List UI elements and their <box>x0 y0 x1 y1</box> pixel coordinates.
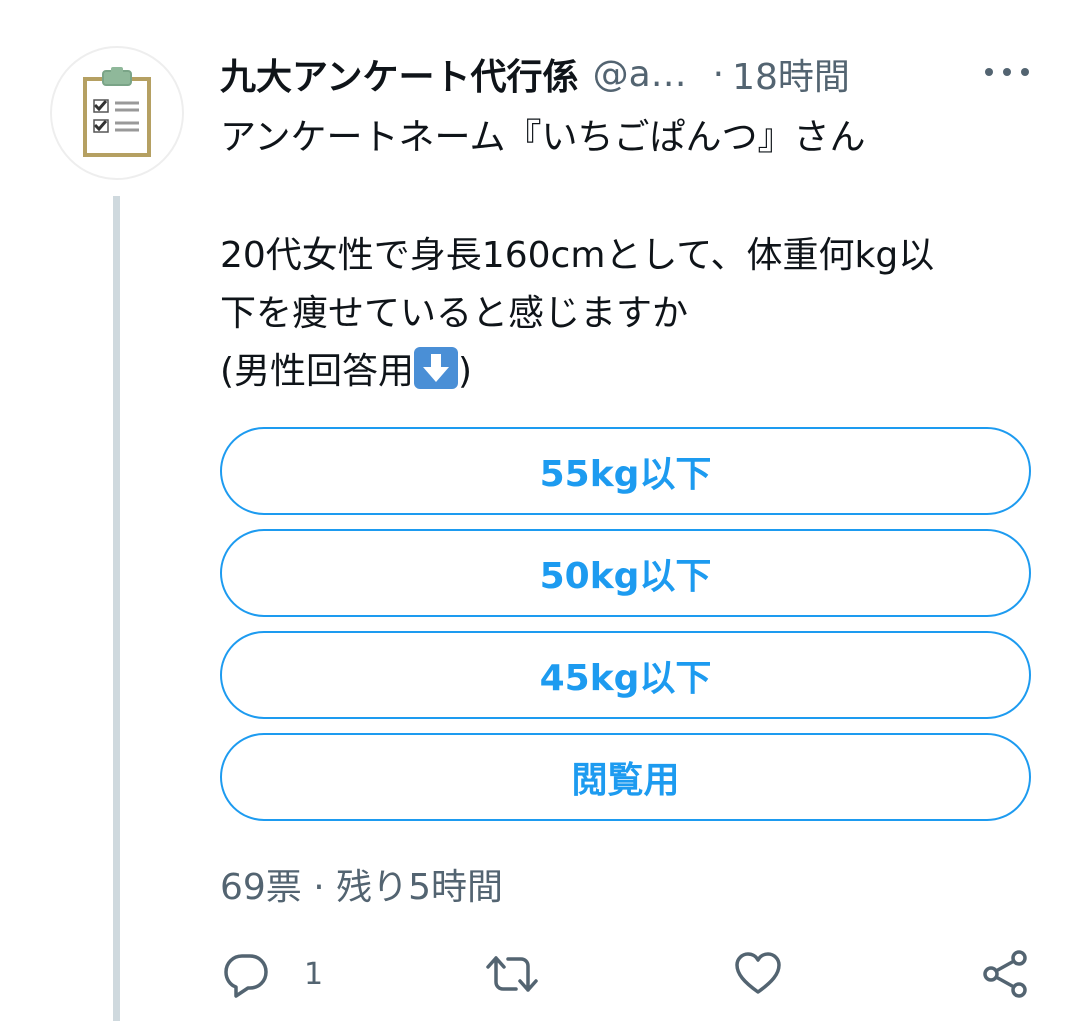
tweet-header: 九大アンケート代行係 @a… · 18時間 <box>220 48 1040 100</box>
down-arrow-emoji-icon <box>414 347 459 389</box>
thread-line <box>113 196 120 1021</box>
tweet: 九大アンケート代行係 @a… · 18時間 アンケートネーム『いちごぱんつ』さん… <box>0 0 1080 1021</box>
poll-option-4[interactable]: 閲覧用 <box>220 733 1031 821</box>
timestamp[interactable]: 18時間 <box>732 48 850 100</box>
share-button[interactable] <box>980 948 1030 1000</box>
reply-button[interactable]: 1 <box>222 948 323 1000</box>
retweet-icon <box>486 956 538 992</box>
poll-option-2[interactable]: 50kg以下 <box>220 529 1031 617</box>
separator: · <box>712 53 725 95</box>
tweet-text-line-1: アンケートネーム『いちごぱんつ』さん <box>220 117 866 158</box>
share-icon <box>983 950 1027 998</box>
tweet-text-line-4-close: ) <box>458 351 473 392</box>
reply-icon <box>224 954 268 998</box>
poll-option-1[interactable]: 55kg以下 <box>220 427 1031 515</box>
reply-count: 1 <box>304 956 324 992</box>
tweet-text-line-3: 下を痩せていると感じますか <box>220 293 689 334</box>
handle[interactable]: @a… <box>593 54 687 95</box>
poll-option-3[interactable]: 45kg以下 <box>220 631 1031 719</box>
avatar[interactable] <box>50 46 184 180</box>
clipboard-icon <box>83 67 151 157</box>
like-icon <box>735 952 781 994</box>
more-options-icon[interactable] <box>985 60 1029 84</box>
tweet-text-line-4: (男性回答用 ) <box>220 342 472 394</box>
like-button[interactable] <box>734 948 782 1000</box>
display-name[interactable]: 九大アンケート代行係 <box>220 48 579 100</box>
retweet-button[interactable] <box>484 948 540 1000</box>
tweet-text-line-2: 20代女性で身長160cmとして、体重何kg以 <box>220 235 935 276</box>
tweet-text-line-4-main: (男性回答用 <box>220 351 415 392</box>
poll-meta: 69票 · 残り5時間 <box>220 867 504 908</box>
